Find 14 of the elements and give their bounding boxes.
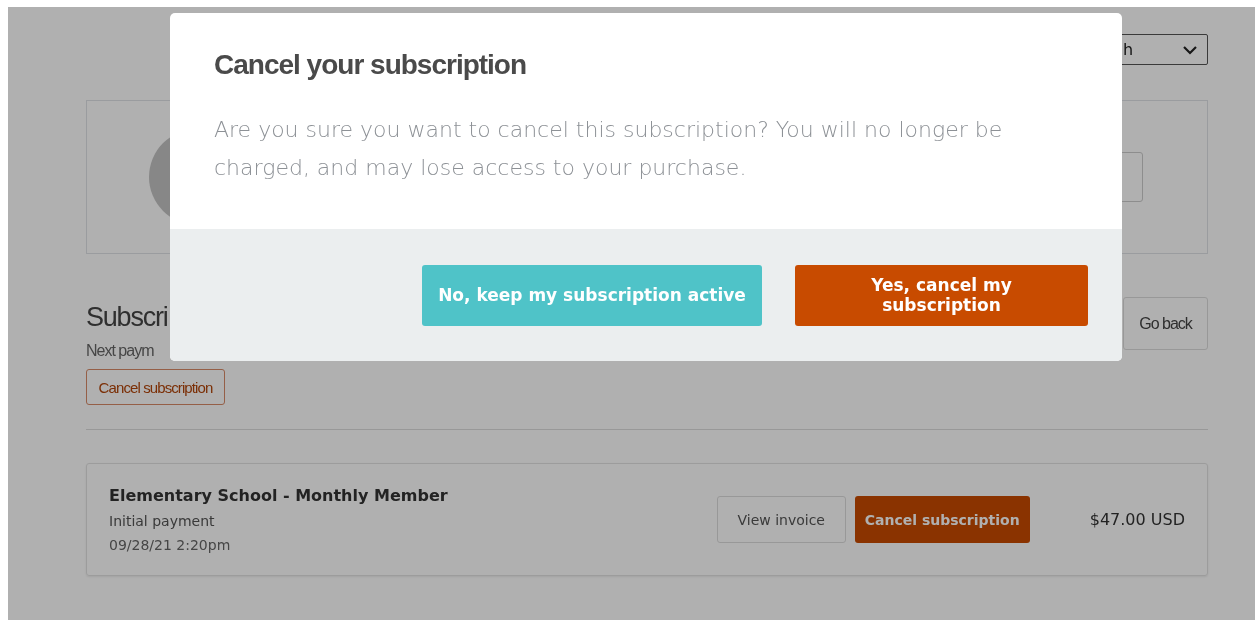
amount-text: $47.00 USD — [1089, 510, 1185, 529]
go-back-button[interactable]: Go back — [1123, 297, 1208, 350]
next-payment-text: Next paym — [86, 342, 155, 360]
confirm-cancel-button[interactable]: Yes, cancel my subscription — [795, 264, 1088, 326]
chevron-down-icon — [1183, 44, 1197, 55]
view-invoice-button[interactable]: View invoice — [716, 496, 846, 543]
dialog-title: Cancel your subscription — [214, 49, 528, 81]
plan-title: Elementary School - Monthly Member — [109, 486, 449, 505]
section-heading: Subscri — [86, 302, 168, 333]
payment-type: Initial payment — [109, 513, 216, 529]
cancel-subscription-button[interactable]: Cancel subscription — [86, 369, 225, 405]
cancel-subscription-button[interactable]: Cancel subscription — [854, 496, 1030, 543]
payment-date: 09/28/21 2:20pm — [109, 537, 232, 553]
dialog-message: Are you sure you want to cancel this subscription? You will no longer be charged, and may lose access to your purchase. — [214, 116, 1004, 182]
